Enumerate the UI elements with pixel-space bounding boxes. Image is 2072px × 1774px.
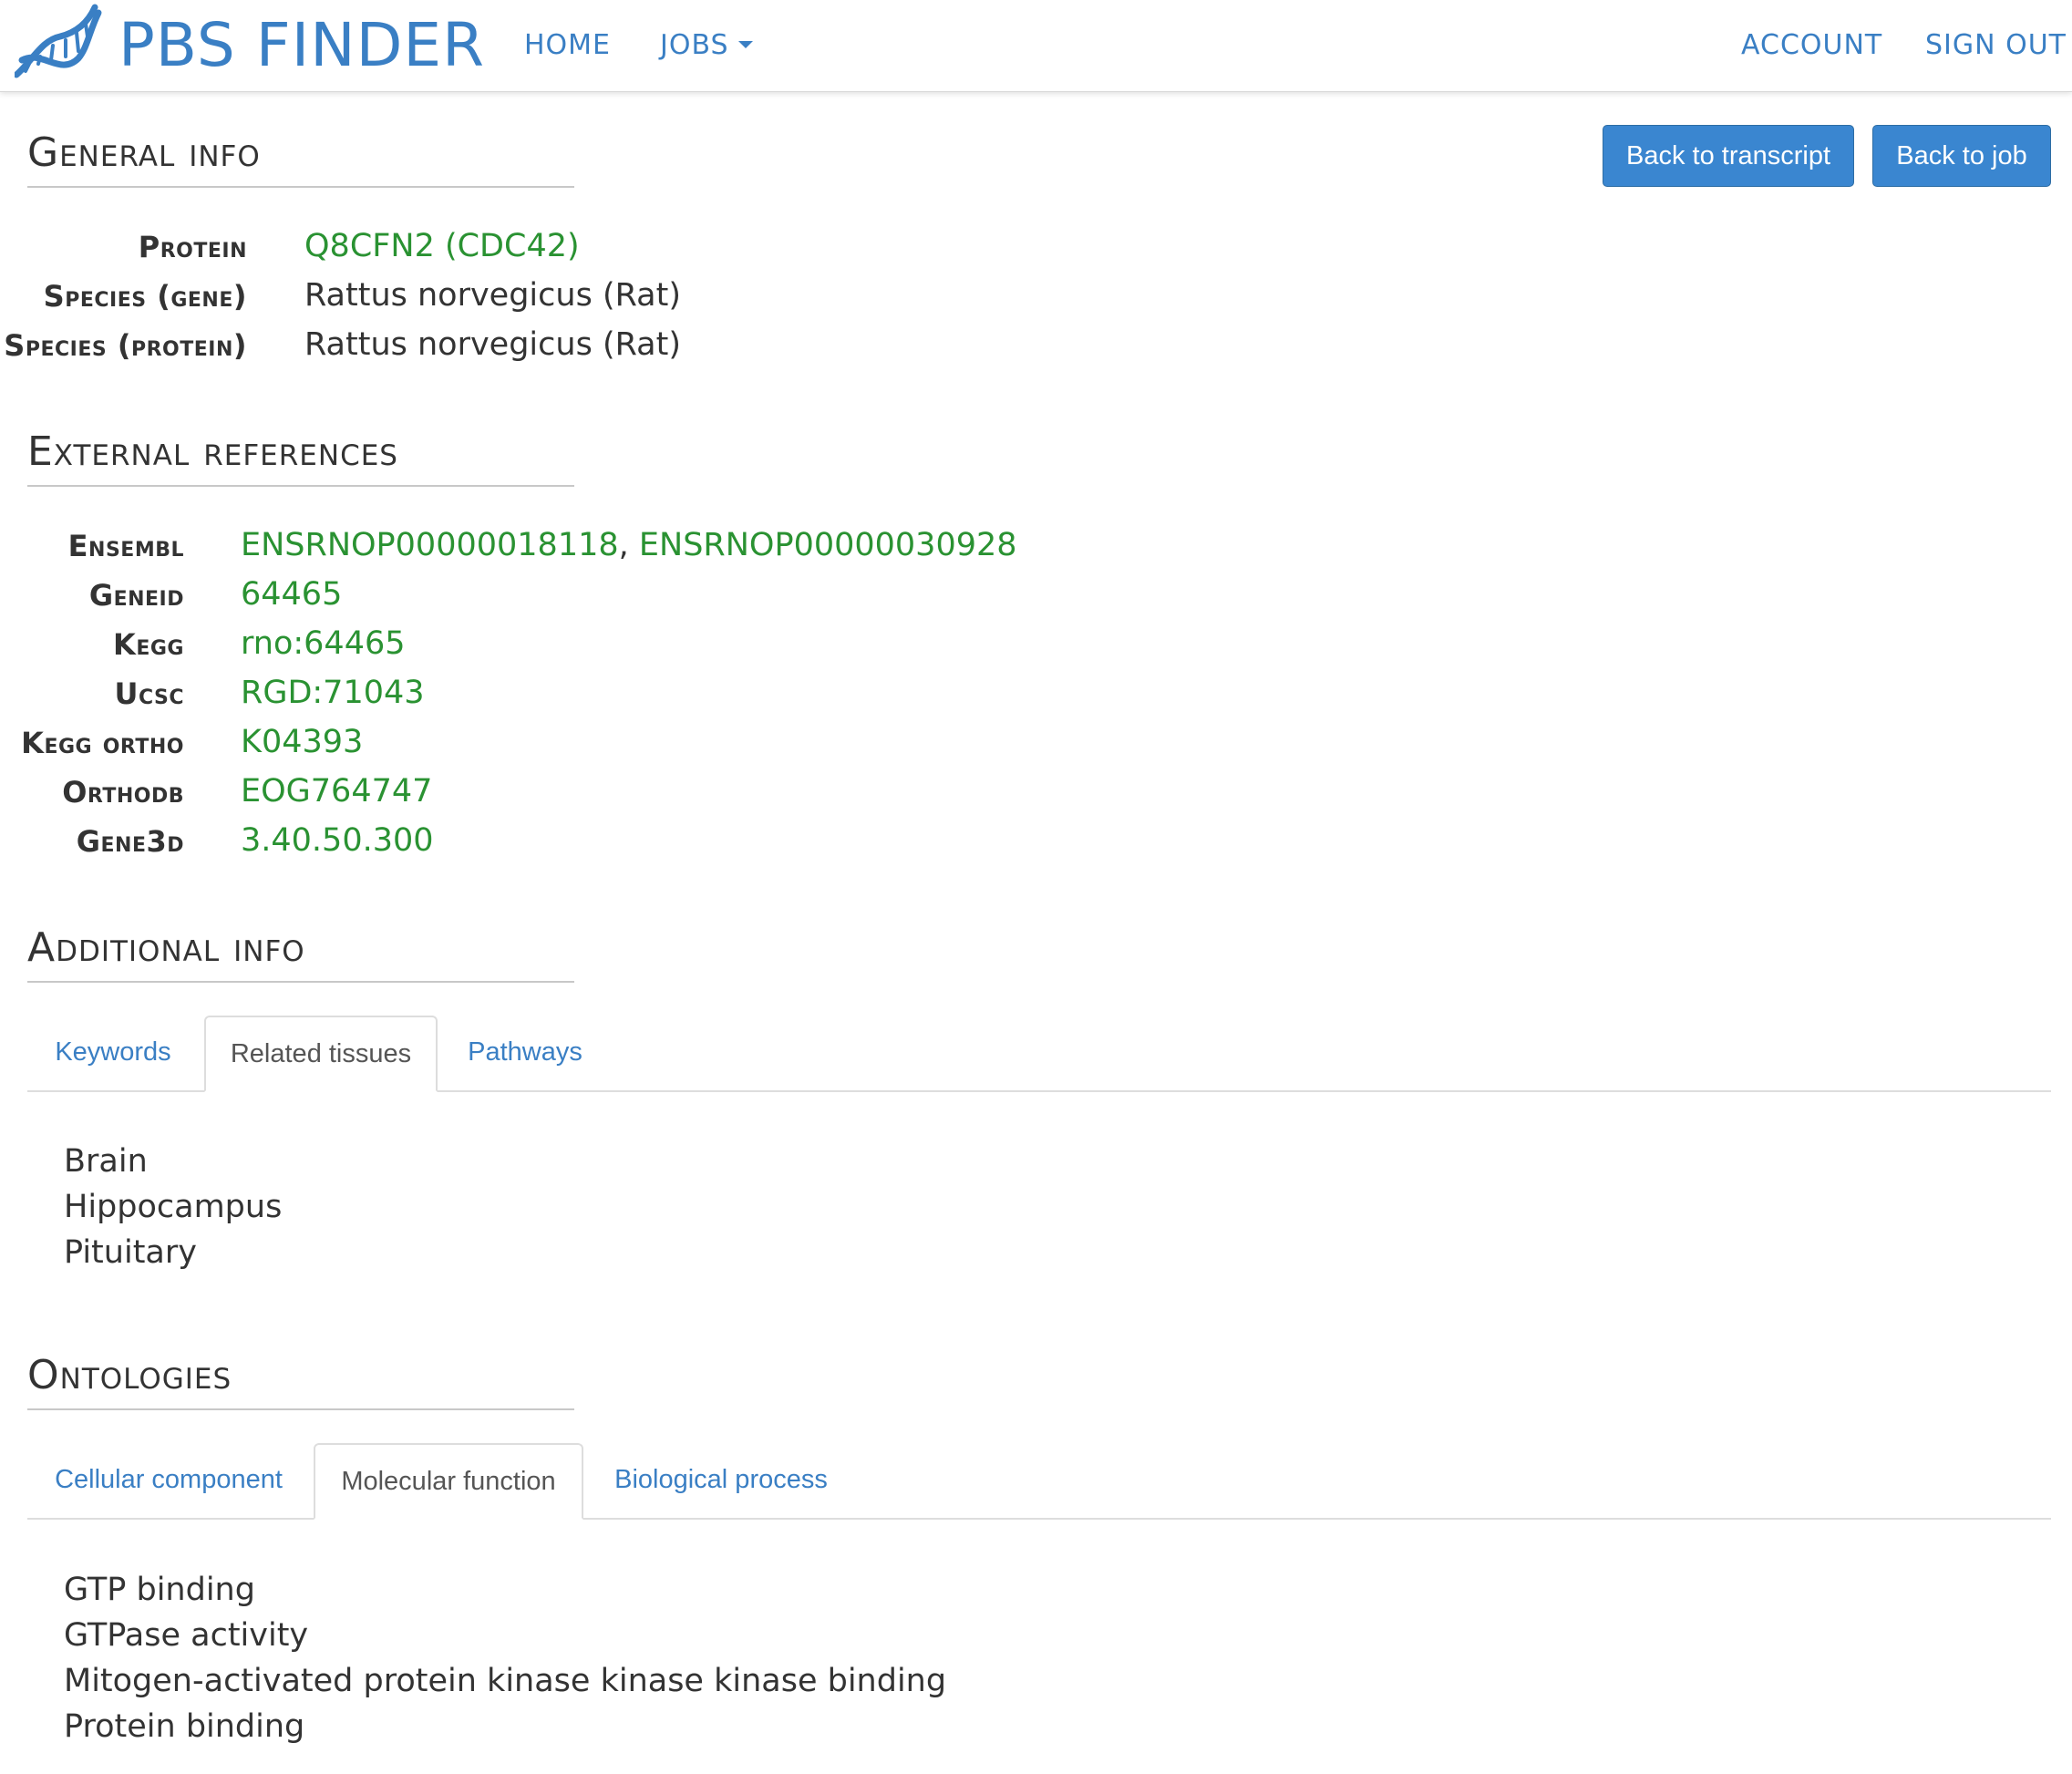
geneid-link[interactable]: 64465 [241,574,342,614]
ensembl-separator: , [618,527,629,563]
nav-sign-out-link[interactable]: SIGN OUT [1925,27,2067,64]
orthodb-link[interactable]: EOG764747 [241,771,432,811]
tab-pathways[interactable]: Pathways [443,1016,607,1092]
ensembl-link[interactable]: ENSRNOP00000030928 [639,527,1017,563]
nav-jobs-label: JOBS [660,29,729,61]
list-item: Pituitary [64,1234,197,1271]
additional-info-heading: Additional info [27,923,574,983]
back-to-job-button[interactable]: Back to job [1872,125,2051,187]
dna-helix-icon[interactable] [15,4,104,86]
tab-cellular-component[interactable]: Cellular component [27,1443,310,1520]
kegg-link[interactable]: rno:64465 [241,624,406,664]
tab-related-tissues[interactable]: Related tissues [204,1016,438,1092]
species-gene-value: Rattus norvegicus (Rat) [304,277,681,314]
caret-down-icon [737,40,753,48]
protein-link[interactable]: Q8CFN2 (CDC42) [304,226,580,266]
tab-keywords[interactable]: Keywords [27,1016,199,1092]
back-to-transcript-button[interactable]: Back to transcript [1603,125,1854,187]
navbar: PBS FINDER HOME JOBS ACCOUNT SIGN OUT [0,0,2072,92]
geneid-label: Geneid [88,578,184,613]
gene3d-label: Gene3d [76,824,184,859]
list-item: Mitogen-activated protein kinase kinase … [64,1663,947,1699]
ensembl-values: ENSRNOP00000018118, ENSRNOP00000030928 [241,525,1017,565]
kegg-label: Kegg [113,627,184,662]
list-item: Hippocampus [64,1189,283,1225]
ontologies-heading: Ontologies [27,1350,574,1410]
kegg-ortho-label: Kegg ortho [21,726,184,760]
list-item: GTP binding [64,1572,255,1608]
species-protein-value: Rattus norvegicus (Rat) [304,326,681,363]
kegg-ortho-link[interactable]: K04393 [241,722,363,762]
ucsc-label: Ucsc [114,676,184,711]
ucsc-link[interactable]: RGD:71043 [241,673,425,713]
brand-title[interactable]: PBS FINDER [119,11,485,80]
list-item: Protein binding [64,1708,305,1745]
nav-account-link[interactable]: ACCOUNT [1741,27,1882,64]
species-gene-label: Species (gene) [43,279,247,314]
nav-home-link[interactable]: HOME [524,27,611,64]
general-info-heading: General info [27,128,574,188]
ensembl-label: Ensembl [67,529,184,563]
orthodb-label: Orthodb [62,775,184,810]
gene3d-link[interactable]: 3.40.50.300 [241,820,434,861]
protein-label: Protein [138,230,247,264]
list-item: GTPase activity [64,1617,309,1654]
tab-biological-process[interactable]: Biological process [589,1443,853,1520]
nav-jobs-dropdown[interactable]: JOBS [660,27,753,64]
tab-molecular-function[interactable]: Molecular function [314,1443,583,1520]
external-references-heading: External references [27,427,574,487]
list-item: Brain [64,1143,148,1180]
species-protein-label: Species (protein) [4,328,247,363]
ensembl-link[interactable]: ENSRNOP00000018118 [241,527,619,563]
